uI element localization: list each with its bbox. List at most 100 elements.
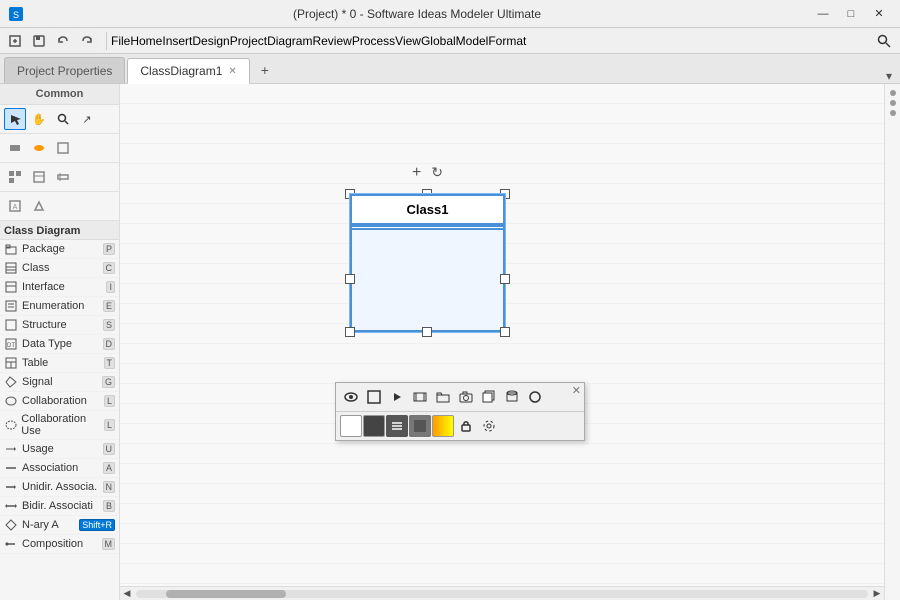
- menu-file[interactable]: File: [111, 34, 130, 48]
- canvas-inner: + ↻ Class1: [120, 84, 884, 600]
- tool-e[interactable]: [28, 195, 50, 217]
- ft-circle-btn[interactable]: [524, 386, 546, 408]
- tool-b[interactable]: [28, 166, 50, 188]
- class-box-body: [352, 230, 503, 330]
- class-box[interactable]: Class1: [350, 194, 505, 332]
- ft-fill-btn[interactable]: [409, 415, 431, 437]
- package-key: P: [103, 243, 115, 255]
- tab-bar: Project Properties ClassDiagram1 ✕ + ▾: [0, 54, 900, 84]
- sidebar-item-collaboration[interactable]: Collaboration L: [0, 392, 119, 411]
- save-button[interactable]: [28, 30, 50, 52]
- datatype-icon: DT: [4, 337, 18, 351]
- right-panel-dot2: [890, 100, 896, 106]
- menu-project[interactable]: Project: [230, 34, 267, 48]
- ft-color-white[interactable]: [340, 415, 362, 437]
- ft-gradient-btn[interactable]: [432, 415, 454, 437]
- add-icon[interactable]: +: [412, 164, 421, 182]
- composition-label: Composition: [22, 538, 83, 550]
- minimize-button[interactable]: —: [810, 4, 836, 24]
- handle-ml[interactable]: [345, 274, 355, 284]
- menu-diagram[interactable]: Diagram: [267, 34, 312, 48]
- sidebar-item-unidir-assoc[interactable]: Unidir. Associa. N: [0, 478, 119, 497]
- sidebar-item-association[interactable]: Association A: [0, 459, 119, 478]
- sidebar-item-class[interactable]: Class C: [0, 259, 119, 278]
- ft-border-btn[interactable]: [363, 386, 385, 408]
- tool-d[interactable]: A: [4, 195, 26, 217]
- horizontal-scrollbar[interactable]: ◀ ▶: [120, 586, 884, 600]
- ft-copy-btn[interactable]: [478, 386, 500, 408]
- ft-cylinder-btn[interactable]: [501, 386, 523, 408]
- tool-a[interactable]: [4, 166, 26, 188]
- bidir-assoc-key: B: [103, 500, 115, 512]
- right-panel[interactable]: [884, 84, 900, 600]
- ft-settings-btn[interactable]: [478, 415, 500, 437]
- sidebar-item-table[interactable]: Table T: [0, 354, 119, 373]
- sidebar-item-datatype[interactable]: DT Data Type D: [0, 335, 119, 354]
- ft-visibility-btn[interactable]: [340, 386, 362, 408]
- package-icon: [4, 242, 18, 256]
- menu-format[interactable]: Format: [488, 34, 526, 48]
- menu-design[interactable]: Design: [192, 34, 229, 48]
- tab-add-button[interactable]: +: [252, 57, 278, 83]
- menu-model[interactable]: Model: [456, 34, 489, 48]
- ft-lock-btn[interactable]: [455, 415, 477, 437]
- rotate-icon[interactable]: ↻: [431, 164, 443, 182]
- ft-lines-btn[interactable]: [386, 415, 408, 437]
- ft-color-dark[interactable]: [363, 415, 385, 437]
- scroll-right-btn[interactable]: ▶: [870, 587, 884, 600]
- class-label: Class: [22, 262, 50, 274]
- tool-ellipse[interactable]: [28, 137, 50, 159]
- toolbar-row-2: [0, 134, 119, 163]
- tab-project-properties[interactable]: Project Properties: [4, 57, 125, 83]
- signal-icon: [4, 375, 18, 389]
- tool-arrow[interactable]: ↗: [76, 108, 98, 130]
- scroll-left-btn[interactable]: ◀: [120, 587, 134, 600]
- datatype-label: Data Type: [22, 338, 72, 350]
- ft-play-btn[interactable]: [386, 386, 408, 408]
- new-button[interactable]: [4, 30, 26, 52]
- maximize-button[interactable]: □: [838, 4, 864, 24]
- tool-hand[interactable]: ✋: [28, 108, 50, 130]
- ft-camera-btn[interactable]: [455, 386, 477, 408]
- sidebar-item-nary[interactable]: N-ary A Shift+R: [0, 516, 119, 535]
- class-key: C: [103, 262, 116, 274]
- ft-folder-btn[interactable]: [432, 386, 454, 408]
- tool-rect2[interactable]: [52, 137, 74, 159]
- menu-review[interactable]: Review: [312, 34, 351, 48]
- handle-bc[interactable]: [422, 327, 432, 337]
- sidebar-item-enumeration[interactable]: Enumeration E: [0, 297, 119, 316]
- tool-rect1[interactable]: [4, 137, 26, 159]
- handle-mr[interactable]: [500, 274, 510, 284]
- sidebar-item-composition[interactable]: Composition M: [0, 535, 119, 554]
- tool-zoom[interactable]: [52, 108, 74, 130]
- sidebar-item-interface[interactable]: Interface I: [0, 278, 119, 297]
- tool-select[interactable]: [4, 108, 26, 130]
- menu-view[interactable]: View: [395, 34, 421, 48]
- menu-process[interactable]: Process: [352, 34, 395, 48]
- menu-insert[interactable]: Insert: [162, 34, 192, 48]
- tab-overflow-button[interactable]: ▾: [882, 69, 896, 83]
- nary-icon: [4, 518, 18, 532]
- undo-button[interactable]: [52, 30, 74, 52]
- menu-home[interactable]: Home: [130, 34, 162, 48]
- float-toolbar-close[interactable]: ✕: [572, 384, 581, 397]
- sidebar-item-package[interactable]: Package P: [0, 240, 119, 259]
- sidebar-item-usage[interactable]: Usage U: [0, 440, 119, 459]
- tool-c[interactable]: [52, 166, 74, 188]
- close-button[interactable]: ✕: [866, 4, 892, 24]
- ft-film-btn[interactable]: [409, 386, 431, 408]
- tab-close-icon[interactable]: ✕: [228, 66, 236, 77]
- menu-global[interactable]: Global: [421, 34, 456, 48]
- canvas[interactable]: + ↻ Class1: [120, 84, 884, 600]
- sidebar-item-structure[interactable]: Structure S: [0, 316, 119, 335]
- sidebar-item-bidir-assoc[interactable]: Bidir. Associati B: [0, 497, 119, 516]
- handle-bl[interactable]: [345, 327, 355, 337]
- tab-class-diagram[interactable]: ClassDiagram1 ✕: [127, 58, 249, 84]
- handle-br[interactable]: [500, 327, 510, 337]
- scroll-thumb[interactable]: [166, 590, 286, 598]
- sidebar-item-collaboration-use[interactable]: Collaboration Use L: [0, 411, 119, 440]
- search-icon[interactable]: [872, 29, 896, 53]
- class-box-wrapper[interactable]: + ↻ Class1: [350, 194, 505, 332]
- sidebar-item-signal[interactable]: Signal G: [0, 373, 119, 392]
- redo-button[interactable]: [76, 30, 98, 52]
